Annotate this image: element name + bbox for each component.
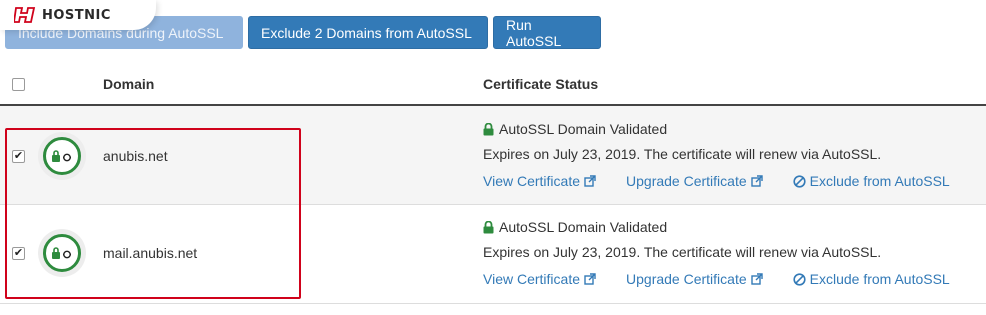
ban-icon: [793, 174, 806, 188]
view-certificate-link[interactable]: View Certificate: [483, 173, 596, 189]
lock-icon: [483, 122, 494, 135]
table-row: ✔ anubis.net AutoSSL Domain Validated Ex…: [0, 106, 986, 205]
exclude-from-autossl-label: Exclude from AutoSSL: [809, 173, 950, 189]
expiry-text: Expires on July 23, 2019. The certificat…: [483, 244, 882, 260]
lock-icon: [483, 220, 494, 233]
ssl-status-badge: [38, 132, 86, 180]
brand-name: HOSTNIC: [42, 7, 111, 23]
select-all-checkbox[interactable]: [12, 78, 25, 91]
upgrade-certificate-link[interactable]: Upgrade Certificate: [626, 271, 763, 287]
upgrade-certificate-link[interactable]: Upgrade Certificate: [626, 173, 763, 189]
status-text: AutoSSL Domain Validated: [499, 121, 668, 137]
ban-icon: [793, 272, 806, 286]
lock-sync-icon: [52, 247, 71, 259]
view-certificate-label: View Certificate: [483, 173, 581, 189]
status-column-header: Certificate Status: [483, 76, 599, 92]
external-link-icon: [750, 175, 763, 187]
row-checkbox[interactable]: ✔: [12, 150, 25, 163]
exclude-domains-button[interactable]: Exclude 2 Domains from AutoSSL: [248, 16, 488, 49]
row-checkbox[interactable]: ✔: [12, 247, 25, 260]
external-link-icon: [584, 175, 596, 187]
lock-sync-icon: [52, 150, 71, 162]
expiry-text: Expires on July 23, 2019. The certificat…: [483, 146, 882, 162]
table-row: ✔ mail.anubis.net AutoSSL Domain Validat…: [0, 205, 986, 304]
brand-logo: HOSTNIC: [0, 0, 156, 30]
run-autossl-button[interactable]: Run AutoSSL: [493, 16, 601, 49]
exclude-from-autossl-link[interactable]: Exclude from AutoSSL: [793, 271, 950, 287]
domain-name: mail.anubis.net: [103, 245, 198, 261]
domain-column-header: Domain: [103, 76, 155, 92]
domain-name: anubis.net: [103, 148, 168, 164]
certificate-status: AutoSSL Domain Validated Expires on July…: [483, 120, 950, 190]
view-certificate-link[interactable]: View Certificate: [483, 271, 596, 287]
certificate-status: AutoSSL Domain Validated Expires on July…: [483, 218, 950, 288]
external-link-icon: [584, 273, 596, 285]
view-certificate-label: View Certificate: [483, 271, 581, 287]
external-link-icon: [750, 273, 763, 285]
upgrade-certificate-label: Upgrade Certificate: [626, 173, 747, 189]
status-text: AutoSSL Domain Validated: [499, 219, 668, 235]
upgrade-certificate-label: Upgrade Certificate: [626, 271, 747, 287]
exclude-from-autossl-link[interactable]: Exclude from AutoSSL: [793, 173, 950, 189]
ssl-status-badge: [38, 229, 86, 277]
table-header: Domain Certificate Status: [0, 64, 986, 106]
domains-table: Domain Certificate Status ✔ anubis.net A…: [0, 64, 986, 304]
exclude-from-autossl-label: Exclude from AutoSSL: [809, 271, 950, 287]
hostnic-logo-icon: [14, 7, 36, 23]
